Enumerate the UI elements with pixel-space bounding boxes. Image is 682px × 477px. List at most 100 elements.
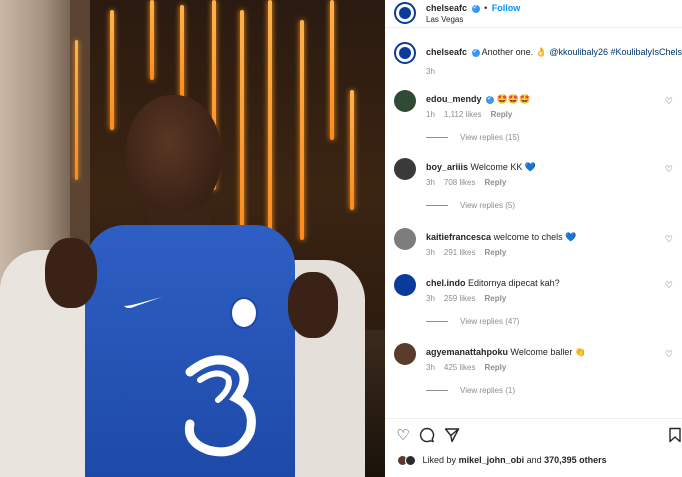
liked-by-count[interactable]: 370,395 others xyxy=(544,455,607,465)
bookmark-icon[interactable] xyxy=(666,427,682,445)
comment-icon-svg xyxy=(419,427,435,443)
view-replies-button[interactable]: View replies (5) xyxy=(426,201,515,210)
view-replies-button[interactable]: View replies (15) xyxy=(426,133,519,142)
commenter-avatar[interactable] xyxy=(394,90,416,112)
post-actions: ♡ Liked by mikel_john_obi and 370,395 ot… xyxy=(385,418,682,477)
heart-icon[interactable]: ♡ xyxy=(394,427,412,445)
comment-heart-icon[interactable]: ♡ xyxy=(665,96,673,107)
comment-time: 3h xyxy=(426,294,435,303)
comment-meta: 3h 708 likes Reply xyxy=(426,178,515,187)
replies-line xyxy=(426,137,448,139)
comment-text: chel.indo Editornya dipecat kah? xyxy=(426,278,560,288)
reply-button[interactable]: Reply xyxy=(484,178,506,187)
post-location[interactable]: Las Vegas xyxy=(426,15,463,24)
comment-text: kaitiefrancesca welcome to chels 💙 xyxy=(426,232,576,243)
commenter-username[interactable]: chel.indo xyxy=(426,278,466,288)
replies-line xyxy=(426,205,448,207)
liked-by-prefix: Liked by xyxy=(422,455,457,465)
comment-heart-icon[interactable]: ♡ xyxy=(665,234,673,245)
comment-time: 3h xyxy=(426,178,435,187)
nike-swoosh-logo xyxy=(124,297,162,308)
comment-item: agyemanattahpoku Welcome baller 👏 3h 425 … xyxy=(394,343,679,403)
comment-likes[interactable]: 291 likes xyxy=(444,248,476,257)
replies-line xyxy=(426,321,448,323)
view-replies-label: View replies (1) xyxy=(460,386,515,395)
commenter-avatar[interactable] xyxy=(394,228,416,250)
post-photo[interactable] xyxy=(0,0,385,477)
reply-button[interactable]: Reply xyxy=(484,294,506,303)
comment-likes[interactable]: 259 likes xyxy=(444,294,476,303)
verified-badge-icon xyxy=(471,47,480,57)
comment-meta: 3h 425 likes Reply xyxy=(426,363,515,372)
comment-time: 3h xyxy=(426,248,435,257)
post-panel: chelseafc • Follow Las Vegas chelseafc A… xyxy=(385,0,682,477)
comment-heart-icon[interactable]: ♡ xyxy=(665,164,673,175)
caption-text: chelseafc Another one. 👌 @kkoulibaly26 #… xyxy=(426,47,682,58)
commenter-avatar[interactable] xyxy=(394,343,416,365)
comment-heart-icon[interactable]: ♡ xyxy=(665,349,673,360)
comment-item: boy_ariiis Welcome KK 💙 3h 708 likes Reply… xyxy=(394,158,679,218)
reply-button[interactable]: Reply xyxy=(491,110,513,119)
commenter-username[interactable]: edou_mendy xyxy=(426,94,482,104)
caption-username[interactable]: chelseafc xyxy=(426,47,467,57)
comment-text: edou_mendy 🤩🤩🤩 xyxy=(426,94,530,105)
commenter-avatar[interactable] xyxy=(394,158,416,180)
comment-meta: 3h 291 likes Reply xyxy=(426,248,515,257)
player-hand-right xyxy=(288,272,338,338)
liker-avatars xyxy=(397,455,417,467)
comment-likes[interactable]: 425 likes xyxy=(444,363,476,372)
caption-avatar[interactable] xyxy=(394,42,416,64)
verified-badge-icon xyxy=(486,94,495,104)
reply-button[interactable]: Reply xyxy=(484,248,506,257)
comment-meta: 1h 1,112 likes Reply xyxy=(426,110,521,119)
separator-dot: • xyxy=(484,3,488,13)
account-username[interactable]: chelseafc xyxy=(426,3,467,13)
bookmark-icon-svg xyxy=(669,427,681,443)
liked-by-and: and xyxy=(526,455,542,465)
commenter-username[interactable]: agyemanattahpoku xyxy=(426,347,508,357)
player-hand-left xyxy=(45,238,97,308)
account-avatar[interactable] xyxy=(394,2,416,24)
share-icon[interactable] xyxy=(443,427,461,445)
comment-icon[interactable] xyxy=(418,427,436,445)
verified-badge-icon xyxy=(471,3,480,13)
liked-by-user[interactable]: mikel_john_obi xyxy=(459,455,525,465)
post-header: chelseafc • Follow Las Vegas xyxy=(385,0,682,28)
header-line: chelseafc • Follow xyxy=(426,3,520,13)
liked-by-summary[interactable]: Liked by mikel_john_obi and 370,395 othe… xyxy=(397,455,607,467)
view-replies-button[interactable]: View replies (1) xyxy=(426,386,515,395)
commenter-username[interactable]: kaitiefrancesca xyxy=(426,232,491,242)
view-replies-label: View replies (15) xyxy=(460,133,520,142)
player-figure xyxy=(0,0,385,477)
commenter-avatar[interactable] xyxy=(394,274,416,296)
comment-time: 3h xyxy=(426,363,435,372)
replies-line xyxy=(426,390,448,392)
caption-body: Another one. 👌 xyxy=(481,47,550,57)
comment-likes[interactable]: 708 likes xyxy=(444,178,476,187)
liker-avatar xyxy=(405,455,416,467)
comment-body: Editornya dipecat kah? xyxy=(468,278,560,288)
comment-body: 🤩🤩🤩 xyxy=(496,94,531,104)
comment-text: boy_ariiis Welcome KK 💙 xyxy=(426,162,536,173)
sponsor-three-logo xyxy=(184,355,256,457)
follow-button[interactable]: Follow xyxy=(492,3,521,13)
comment-item: chel.indo Editornya dipecat kah? 3h 259 l… xyxy=(394,274,679,334)
share-icon-svg xyxy=(444,428,460,443)
comment-time: 1h xyxy=(426,110,435,119)
comment-body: Welcome baller 👏 xyxy=(510,347,587,357)
reply-button[interactable]: Reply xyxy=(484,363,506,372)
view-replies-label: View replies (47) xyxy=(460,317,520,326)
view-replies-label: View replies (5) xyxy=(460,201,515,210)
comment-heart-icon[interactable]: ♡ xyxy=(665,280,673,291)
caption-hashtag[interactable]: #KoulibalyIsChelsea xyxy=(611,47,682,57)
comment-item: edou_mendy 🤩🤩🤩 1h 1,112 likes Reply View r… xyxy=(394,90,679,150)
chelsea-crest-logo xyxy=(230,297,258,329)
caption-time: 3h xyxy=(426,67,435,76)
comment-meta: 3h 259 likes Reply xyxy=(426,294,515,303)
comment-body: welcome to chels 💙 xyxy=(493,232,577,242)
view-replies-button[interactable]: View replies (47) xyxy=(426,317,519,326)
commenter-username[interactable]: boy_ariiis xyxy=(426,162,468,172)
player-head xyxy=(126,95,221,213)
comment-likes[interactable]: 1,112 likes xyxy=(444,110,482,119)
caption-mention[interactable]: @kkoulibaly26 xyxy=(549,47,608,57)
